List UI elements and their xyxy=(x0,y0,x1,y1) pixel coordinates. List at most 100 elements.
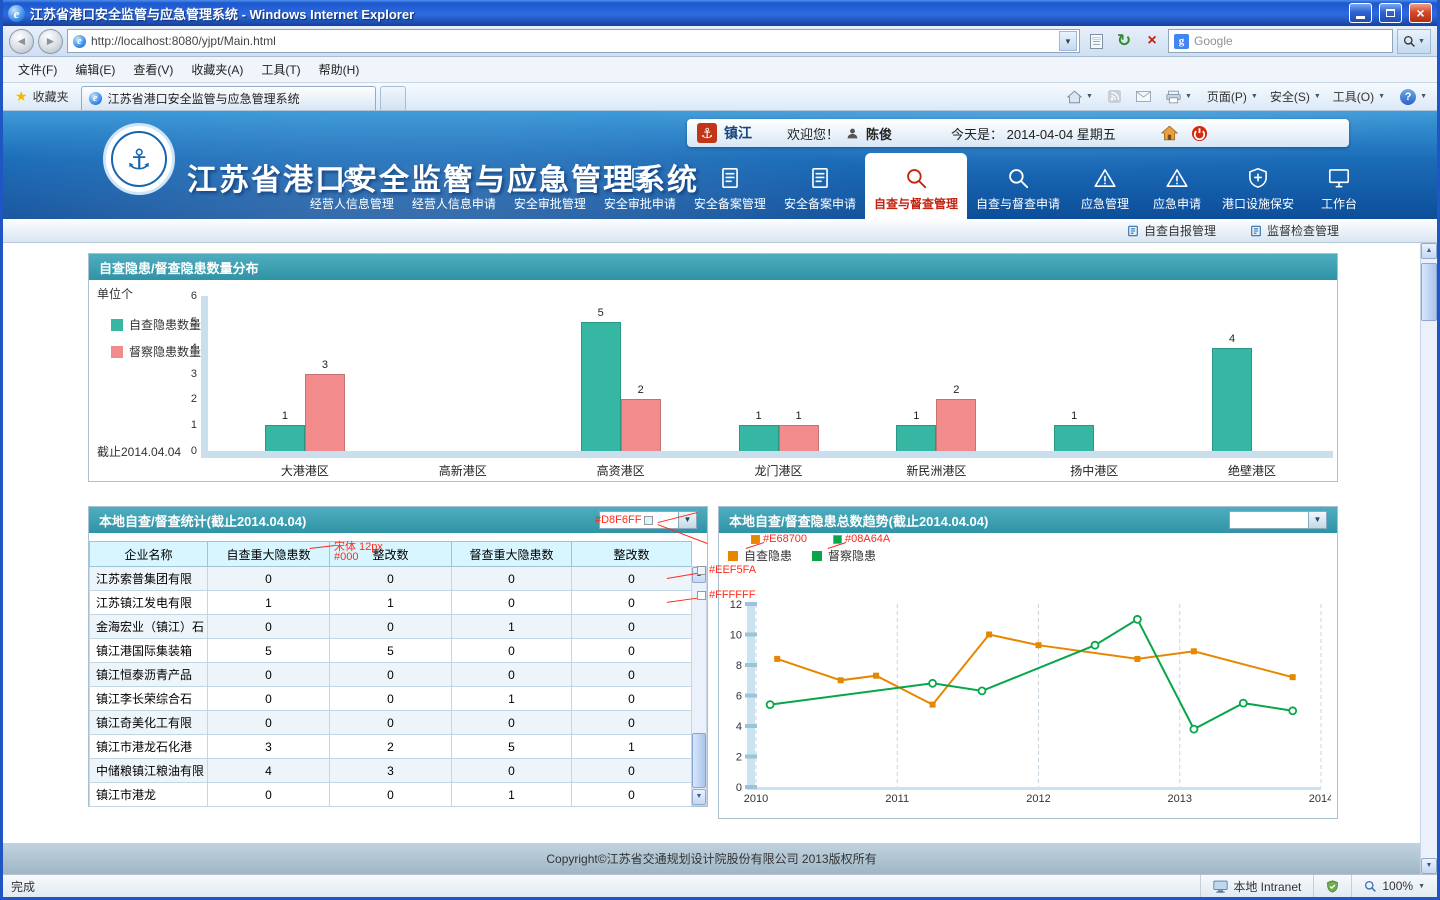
search-icon xyxy=(1005,165,1031,191)
menu-item[interactable]: 查看(V) xyxy=(124,57,182,82)
table-row: 镇江奇美化工有限0000 xyxy=(90,711,692,735)
address-field[interactable]: e http://localhost:8080/yjpt/Main.html ▼ xyxy=(67,29,1080,53)
value-cell: 0 xyxy=(572,591,692,615)
table-row: 金海宏业（镇江）石0010 xyxy=(90,615,692,639)
url-text[interactable]: http://localhost:8080/yjpt/Main.html xyxy=(91,34,1054,48)
nav-item-12[interactable]: 工作台 xyxy=(1303,155,1375,219)
nav-item-1[interactable]: 经营人信息管理 xyxy=(301,155,403,219)
portal-home-button[interactable] xyxy=(1161,125,1178,141)
favorites-button[interactable]: ★ 收藏夹 xyxy=(7,85,77,108)
color-swatch xyxy=(833,535,842,544)
scroll-down-button[interactable]: ▼ xyxy=(1421,858,1437,874)
favorites-label: 收藏夹 xyxy=(33,88,69,105)
y-tick-label: 6 xyxy=(177,290,197,302)
nav-item-7[interactable]: 自查与督查管理 xyxy=(865,153,967,219)
search-box[interactable]: g Google xyxy=(1168,29,1393,53)
table-scrollbar[interactable]: ▲ ▼ xyxy=(691,566,707,806)
menu-item[interactable]: 工具(T) xyxy=(252,57,309,82)
scroll-down-button[interactable]: ▼ xyxy=(692,789,706,805)
main-nav: 经营人信息管理经营人信息申请安全审批管理安全审批申请安全备案管理安全备案申请自查… xyxy=(301,153,1375,219)
value-cell: 0 xyxy=(330,615,452,639)
dropdown-value[interactable] xyxy=(1229,511,1309,529)
line-filter-dropdown[interactable]: ▼ xyxy=(1229,511,1327,529)
bar-chart-panel: 自查隐患/督查隐患数量分布 单位个 自查隐患数量督察隐患数量 截止2014.04… xyxy=(88,253,1338,482)
warning-icon xyxy=(1164,165,1190,191)
color-swatch xyxy=(751,535,760,544)
chevron-down-icon[interactable]: ▼ xyxy=(679,511,697,529)
nav-item-6[interactable]: 安全备案申请 xyxy=(775,155,865,219)
search-input[interactable]: Google xyxy=(1194,34,1233,48)
toolbar-button[interactable]: 安全(S)▼ xyxy=(1264,85,1327,108)
nav-item-8[interactable]: 自查与督查申请 xyxy=(967,155,1069,219)
value-cell: 0 xyxy=(208,615,330,639)
nav-item-2[interactable]: 经营人信息申请 xyxy=(403,155,505,219)
menu-item[interactable]: 文件(F) xyxy=(9,57,66,82)
read-mail-button[interactable] xyxy=(1130,88,1157,105)
forward-button[interactable]: ► xyxy=(38,29,63,54)
maximize-button[interactable] xyxy=(1379,3,1402,23)
nav-item-4[interactable]: 安全审批申请 xyxy=(595,155,685,219)
scroll-thumb[interactable] xyxy=(692,733,706,788)
address-dropdown-button[interactable]: ▼ xyxy=(1059,31,1077,51)
company-name-cell: 江苏镇江发电有限 xyxy=(90,591,208,615)
value-cell: 0 xyxy=(452,663,572,687)
chevron-down-icon[interactable]: ▼ xyxy=(1309,511,1327,529)
search-icon xyxy=(1403,35,1416,48)
menu-item[interactable]: 帮助(H) xyxy=(310,57,369,82)
nav-item-11[interactable]: 港口设施保安 xyxy=(1213,155,1303,219)
nav-item-3[interactable]: 安全审批管理 xyxy=(505,155,595,219)
new-tab-stub[interactable] xyxy=(380,86,406,110)
value-cell: 0 xyxy=(330,567,452,591)
menu-item[interactable]: 收藏夹(A) xyxy=(182,57,252,82)
people-icon xyxy=(441,165,467,191)
nav-item-label: 自查与督查申请 xyxy=(976,195,1060,212)
scroll-thumb[interactable] xyxy=(1421,263,1437,321)
value-cell: 5 xyxy=(330,639,452,663)
bar-supervision xyxy=(305,374,345,452)
search-button[interactable]: ▼ xyxy=(1397,29,1431,54)
x-category-label: 高新港区 xyxy=(384,462,542,479)
subnav-item-2[interactable]: 监督检查管理 xyxy=(1250,222,1339,239)
print-button[interactable]: ▼ xyxy=(1160,87,1198,107)
nav-item-5[interactable]: 安全备案管理 xyxy=(685,155,775,219)
value-cell: 0 xyxy=(572,687,692,711)
refresh-button[interactable]: ↻ xyxy=(1112,29,1136,53)
stop-button[interactable]: × xyxy=(1140,29,1164,53)
annotation-text: #FFFFFF xyxy=(709,589,755,601)
legend-swatch xyxy=(728,551,738,561)
scroll-track[interactable] xyxy=(1421,259,1437,858)
compatibility-view-button[interactable] xyxy=(1084,29,1108,53)
bar-value-label: 4 xyxy=(1212,333,1252,345)
help-button[interactable]: ? ▼ xyxy=(1394,86,1433,108)
browser-toolbar: ▼ ▼ 页面(P)▼安全(S)▼工具(O)▼ ? ▼ xyxy=(1061,85,1433,108)
search-icon xyxy=(903,165,929,191)
toolbar-button[interactable]: 页面(P)▼ xyxy=(1201,85,1264,108)
browser-tab[interactable]: e 江苏省港口安全监管与应急管理系统 xyxy=(81,86,376,110)
minimize-button[interactable] xyxy=(1349,3,1372,23)
back-button[interactable]: ◄ xyxy=(9,29,34,54)
scroll-up-button[interactable]: ▲ xyxy=(1421,243,1437,259)
nav-item-10[interactable]: 应急申请 xyxy=(1141,155,1213,219)
table-panel-title: 本地自查/督查统计(截止2014.04.04) xyxy=(99,511,306,530)
logout-button[interactable] xyxy=(1191,125,1208,142)
annotation-dropdown-color: #D8F6FF xyxy=(595,514,653,526)
user-name[interactable]: 陈俊 xyxy=(866,124,892,143)
zoom-control[interactable]: 100% ▼ xyxy=(1351,875,1437,897)
page-scrollbar[interactable]: ▲ ▼ xyxy=(1420,243,1437,874)
welcome-label: 欢迎您！ xyxy=(787,124,839,143)
feeds-button[interactable] xyxy=(1102,87,1127,106)
scroll-track[interactable] xyxy=(692,583,706,789)
company-name-cell: 镇江港国际集装箱 xyxy=(90,639,208,663)
nav-item-9[interactable]: 应急管理 xyxy=(1069,155,1141,219)
monitor-icon xyxy=(1326,165,1352,191)
value-cell: 3 xyxy=(208,735,330,759)
close-button[interactable]: × xyxy=(1409,3,1432,23)
menu-item[interactable]: 编辑(E) xyxy=(66,57,124,82)
home-button[interactable]: ▼ xyxy=(1061,87,1099,107)
home-icon xyxy=(1067,90,1082,104)
subnav-item-1[interactable]: 自查自报管理 xyxy=(1127,222,1216,239)
mail-icon xyxy=(1136,91,1151,102)
toolbar-button[interactable]: 工具(O)▼ xyxy=(1327,85,1391,108)
house-icon xyxy=(1161,125,1178,141)
annotation-text: #E68700 xyxy=(763,533,807,545)
